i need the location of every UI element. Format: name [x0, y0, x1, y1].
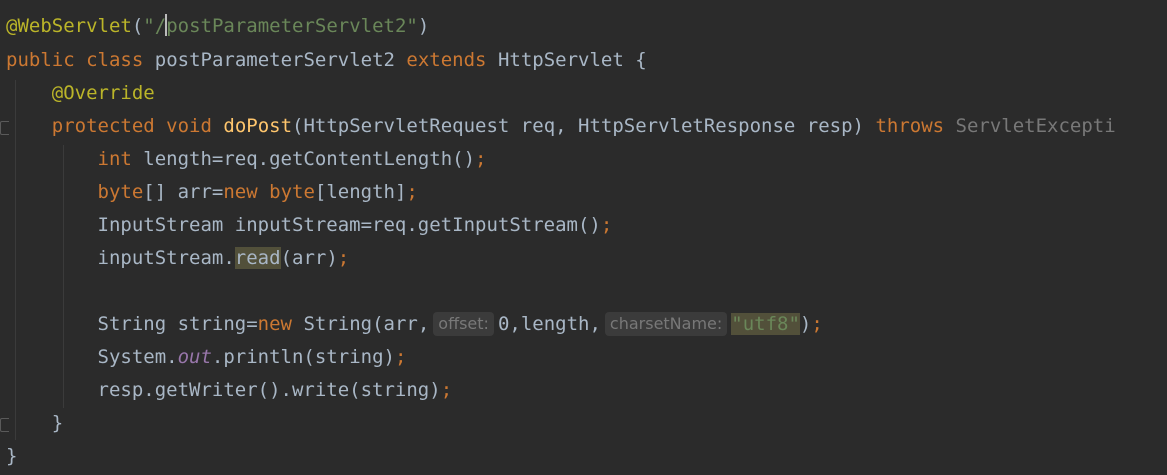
code-line-2[interactable]: public class postParameterServlet2 exten… [6, 44, 647, 77]
semicolon: ; [394, 346, 407, 368]
highlighted-method-read: read [234, 247, 281, 269]
brace-close: } [51, 412, 64, 434]
semicolon: ; [600, 214, 613, 236]
code-text: length=req.getContentLength() [131, 148, 476, 170]
keyword-new: new [257, 313, 292, 335]
paren-close: ) [417, 15, 430, 37]
code-editor[interactable]: @WebServlet("/postParameterServlet2") pu… [0, 0, 1167, 475]
code-text: String string= [97, 313, 258, 335]
code-line-8[interactable]: inputStream.read(arr); [6, 242, 349, 275]
code-text: resp.getWriter().write(string) [97, 379, 441, 401]
code-line-7[interactable]: InputStream inputStream=req.getInputStre… [6, 209, 613, 242]
static-field-out: out [177, 346, 212, 368]
string-literal-part1: "/ [143, 15, 167, 37]
string-literal-utf8: "utf8" [731, 313, 800, 335]
inlay-hint-charset: charsetName: [604, 312, 728, 336]
code-line-6[interactable]: byte[] arr=new byte[length]; [6, 176, 418, 209]
brace-close: } [6, 445, 18, 467]
code-text: InputStream inputStream=req.getInputStre… [97, 214, 601, 236]
semicolon: ; [440, 379, 453, 401]
code-text: System. [97, 346, 178, 368]
keyword-public: public [6, 49, 75, 71]
code-line-10[interactable]: String string=new String(arr, offset: 0,le… [6, 308, 823, 341]
exception-name: ServletExcepti [955, 115, 1116, 137]
paren-open: ( [131, 15, 144, 37]
code-text: [] arr= [143, 181, 224, 203]
brace-open: { [635, 49, 647, 71]
code-text: ,length, [509, 313, 601, 335]
code-line-4[interactable]: protected void doPost(HttpServletRequest… [6, 110, 1116, 143]
keyword-new: new [223, 181, 258, 203]
method-name: doPost [223, 115, 293, 137]
method-params: (HttpServletRequest req, HttpServletResp… [292, 115, 864, 137]
code-text: [length] [314, 181, 407, 203]
semicolon: ; [475, 148, 487, 170]
code-line-14[interactable]: } [6, 440, 17, 473]
annotation-override: @Override [51, 82, 155, 104]
semicolon: ; [337, 247, 350, 269]
string-literal-part2: postParameterServlet2" [166, 15, 418, 37]
code-line-1[interactable]: @WebServlet("/postParameterServlet2") [6, 10, 429, 43]
code-line-3[interactable]: @Override [6, 77, 155, 110]
keyword-void: void [166, 115, 212, 137]
inlay-hint-offset: offset: [433, 312, 494, 336]
semicolon: ; [406, 181, 418, 203]
keyword-class: class [86, 49, 144, 71]
keyword-protected: protected [51, 115, 155, 137]
code-text: (arr) [280, 247, 338, 269]
keyword-byte: byte [97, 181, 144, 203]
code-text: inputStream. [97, 247, 235, 269]
annotation-webservlet: @WebServlet [6, 15, 132, 37]
code-text: .println(string) [211, 346, 395, 368]
code-line-12[interactable]: resp.getWriter().write(string); [6, 374, 453, 407]
code-line-11[interactable]: System.out.println(string); [6, 341, 407, 374]
code-text: 0 [497, 313, 510, 335]
code-text: ) [799, 313, 812, 335]
code-line-5[interactable]: int length=req.getContentLength(); [6, 143, 487, 176]
keyword-extends: extends [406, 49, 487, 71]
keyword-byte: byte [269, 181, 315, 203]
semicolon: ; [811, 313, 823, 335]
code-line-13[interactable]: } [6, 407, 63, 440]
class-name: postParameterServlet2 [154, 49, 395, 71]
parent-class: HttpServlet [497, 49, 624, 71]
keyword-int: int [97, 148, 132, 170]
keyword-throws: throws [875, 115, 945, 137]
code-text: String(arr, [292, 313, 430, 335]
